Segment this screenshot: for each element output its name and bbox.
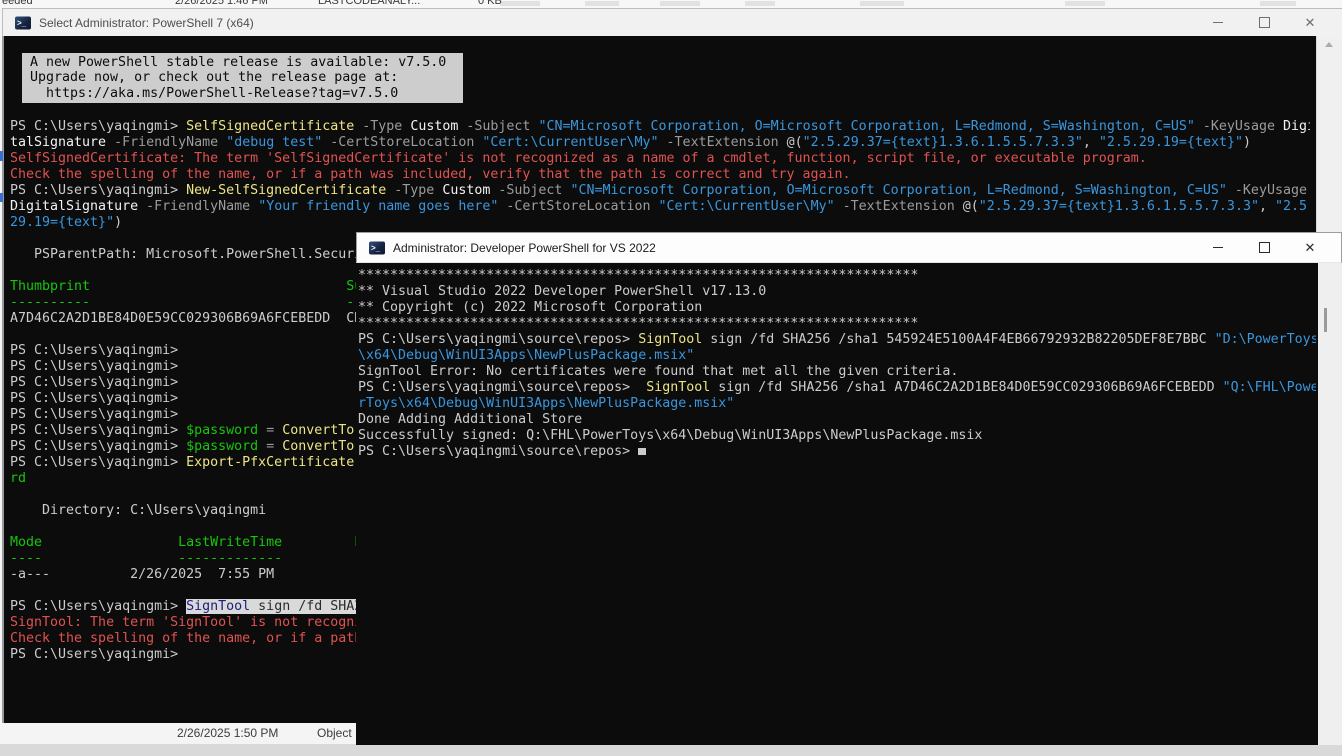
win1-title: Select Administrator: PowerShell 7 (x64) — [39, 9, 254, 36]
terminal-line: PS C:\Users\yaqingmi> SelfSignedCertific… — [10, 119, 1310, 135]
terminal-line: ****************************************… — [358, 316, 1316, 332]
terminal-line: ** Copyright (c) 2022 Microsoft Corporat… — [358, 300, 1316, 316]
terminal-line: Done Adding Additional Store — [358, 412, 1316, 428]
file-type-label: Object — [317, 726, 352, 740]
background-window-sliver — [0, 193, 3, 202]
win2-window-controls: ✕ — [1195, 233, 1333, 262]
background-row-fragment — [500, 1, 540, 6]
minimize-icon — [1213, 247, 1223, 248]
terminal-line: ** Visual Studio 2022 Developer PowerShe… — [358, 284, 1316, 300]
terminal-line: Check the spelling of the name, or if a … — [10, 167, 1310, 183]
win2-title: Administrator: Developer PowerShell for … — [393, 233, 656, 262]
terminal-line: https://aka.ms/PowerShell-Release?tag=v7… — [30, 86, 463, 101]
terminal-line: Upgrade now, or check out the release pa… — [30, 70, 463, 85]
win1-window-controls: ✕ — [1195, 9, 1333, 36]
terminal-line: PS C:\Users\yaqingmi> New-SelfSignedCert… — [10, 183, 1310, 199]
terminal-line: ****************************************… — [358, 268, 1316, 284]
background-row-fragment — [1260, 1, 1296, 6]
scrollbar-thumb[interactable] — [1324, 308, 1327, 332]
minimize-button[interactable] — [1195, 233, 1241, 262]
close-button[interactable]: ✕ — [1287, 9, 1333, 36]
close-button[interactable]: ✕ — [1287, 233, 1333, 262]
terminal-line: Successfully signed: Q:\FHL\PowerToys\x6… — [358, 428, 1316, 444]
win2-titlebar[interactable]: >_ Administrator: Developer PowerShell f… — [356, 232, 1342, 263]
background-row-fragment — [660, 1, 700, 6]
powershell-icon: >_ — [369, 241, 385, 254]
terminal-line: rToys\x64\Debug\WinUI3Apps\NewPlusPackag… — [358, 396, 1316, 412]
background-explorer-strip: eeded 2/26/2025 1:46 PM LASTCODEANALY... 0 … — [0, 0, 1342, 8]
win2-terminal-text: ****************************************… — [358, 268, 1316, 460]
background-row-fragment — [1065, 1, 1105, 6]
background-bottom-edge — [0, 744, 1342, 756]
terminal-line: PS C:\Users\yaqingmi\source\repos> — [358, 444, 1316, 460]
desktop: eeded 2/26/2025 1:46 PM LASTCODEANALY... 0 … — [0, 0, 1342, 756]
win1-titlebar[interactable]: >_ Select Administrator: PowerShell 7 (x… — [2, 8, 1342, 36]
background-text-fragment: 2/26/2025 1:46 PM — [175, 0, 268, 7]
terminal-line: PS C:\Users\yaqingmi\source\repos> SignT… — [358, 380, 1316, 396]
file-modified-date: 2/26/2025 1:50 PM — [177, 726, 278, 740]
update-banner: A new PowerShell stable release is avail… — [22, 53, 463, 103]
close-icon: ✕ — [1305, 241, 1316, 254]
vs-devshell-window: >_ Administrator: Developer PowerShell f… — [356, 232, 1342, 745]
background-window-sliver — [0, 151, 3, 161]
text-cursor — [638, 448, 646, 455]
close-icon: ✕ — [1305, 16, 1316, 29]
terminal-line: SignTool Error: No certificates were fou… — [358, 364, 1316, 380]
maximize-icon — [1259, 242, 1270, 253]
terminal-line: 29.19={text}") — [10, 215, 1310, 231]
powershell-icon: >_ — [15, 16, 31, 29]
background-text-fragment: 0 KB — [478, 0, 502, 7]
maximize-button[interactable] — [1241, 233, 1287, 262]
minimize-button[interactable] — [1195, 9, 1241, 36]
terminal-line: A new PowerShell stable release is avail… — [30, 55, 463, 70]
maximize-button[interactable] — [1241, 9, 1287, 36]
background-row-fragment — [745, 1, 775, 6]
terminal-line: talSignature -FriendlyName "debug test" … — [10, 135, 1310, 151]
background-text-fragment: eeded — [2, 0, 33, 7]
background-row-fragment — [585, 1, 619, 6]
win2-scrollbar[interactable] — [1318, 263, 1342, 745]
minimize-icon — [1213, 22, 1223, 23]
maximize-icon — [1259, 17, 1270, 28]
scroll-up-icon — [1325, 42, 1333, 47]
terminal-line: \x64\Debug\WinUI3Apps\NewPlusPackage.msi… — [358, 348, 1316, 364]
terminal-line: SelfSignedCertificate: The term 'SelfSig… — [10, 151, 1310, 167]
terminal-line: PS C:\Users\yaqingmi\source\repos> SignT… — [358, 332, 1316, 348]
terminal-line: DigitalSignature -FriendlyName "Your fri… — [10, 199, 1310, 215]
background-row-fragment — [860, 1, 904, 6]
background-text-fragment: LASTCODEANALY... — [318, 0, 420, 7]
win2-terminal[interactable]: ****************************************… — [356, 263, 1318, 745]
